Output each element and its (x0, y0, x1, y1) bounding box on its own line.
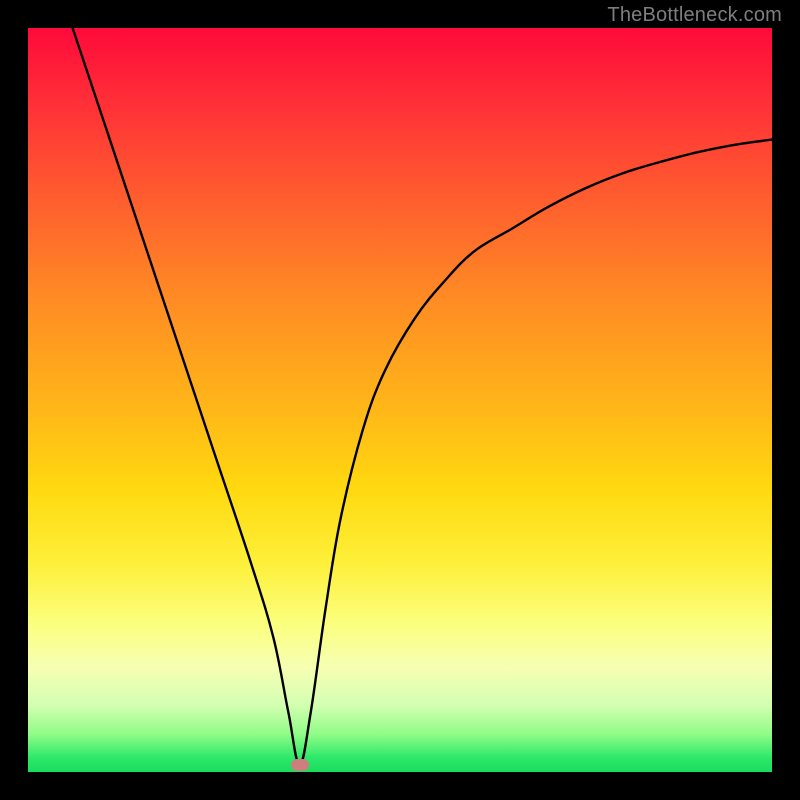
optimal-point-marker (291, 759, 309, 771)
watermark-text: TheBottleneck.com (607, 4, 782, 27)
chart-frame: TheBottleneck.com (0, 0, 800, 800)
bottleneck-curve (28, 28, 772, 772)
plot-area (28, 28, 772, 772)
